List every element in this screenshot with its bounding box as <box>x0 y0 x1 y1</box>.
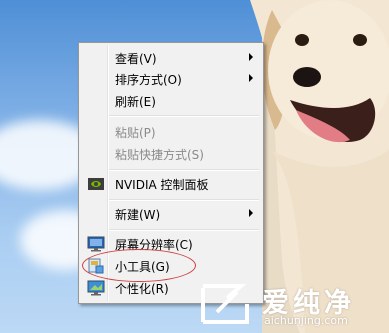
menu-item-refresh[interactable]: 刷新(E) <box>81 90 261 112</box>
menu-separator <box>109 115 259 117</box>
menu-item-label: 个性化(R) <box>115 282 169 296</box>
menu-separator <box>109 199 259 201</box>
watermark-url: aichunjing.com <box>264 314 348 327</box>
menu-item-label: NVIDIA 控制面板 <box>115 178 209 192</box>
menu-item-paste-shortcut[interactable]: 粘贴快捷方式(S) <box>81 143 261 165</box>
personalize-icon <box>87 280 105 296</box>
menu-item-nvidia-control-panel[interactable]: NVIDIA 控制面板 <box>81 173 261 195</box>
menu-item-label: 排序方式(O) <box>115 73 182 87</box>
menu-item-label: 刷新(E) <box>115 95 156 109</box>
submenu-arrow-icon <box>249 53 253 61</box>
menu-item-label: 粘贴快捷方式(S) <box>115 148 204 162</box>
menu-item-paste[interactable]: 粘贴(P) <box>81 121 261 143</box>
submenu-arrow-icon <box>249 209 253 217</box>
menu-item-view[interactable]: 查看(V) <box>81 47 261 69</box>
desktop[interactable]: 查看(V) 排序方式(O) 刷新(E) 粘贴(P) 粘贴快捷方式(S) NVID… <box>0 0 389 333</box>
menu-item-label: 粘贴(P) <box>115 126 156 140</box>
menu-separator <box>109 229 259 231</box>
highlight-oval <box>82 249 196 282</box>
menu-separator <box>109 169 259 171</box>
menu-item-label: 新建(W) <box>115 208 161 222</box>
menu-item-new[interactable]: 新建(W) <box>81 203 261 225</box>
watermark-logo-icon <box>201 284 249 324</box>
monitor-icon <box>87 236 105 252</box>
menu-item-sort-by[interactable]: 排序方式(O) <box>81 68 261 90</box>
nvidia-icon <box>88 178 104 190</box>
submenu-arrow-icon <box>249 74 253 82</box>
menu-item-label: 查看(V) <box>115 52 157 66</box>
